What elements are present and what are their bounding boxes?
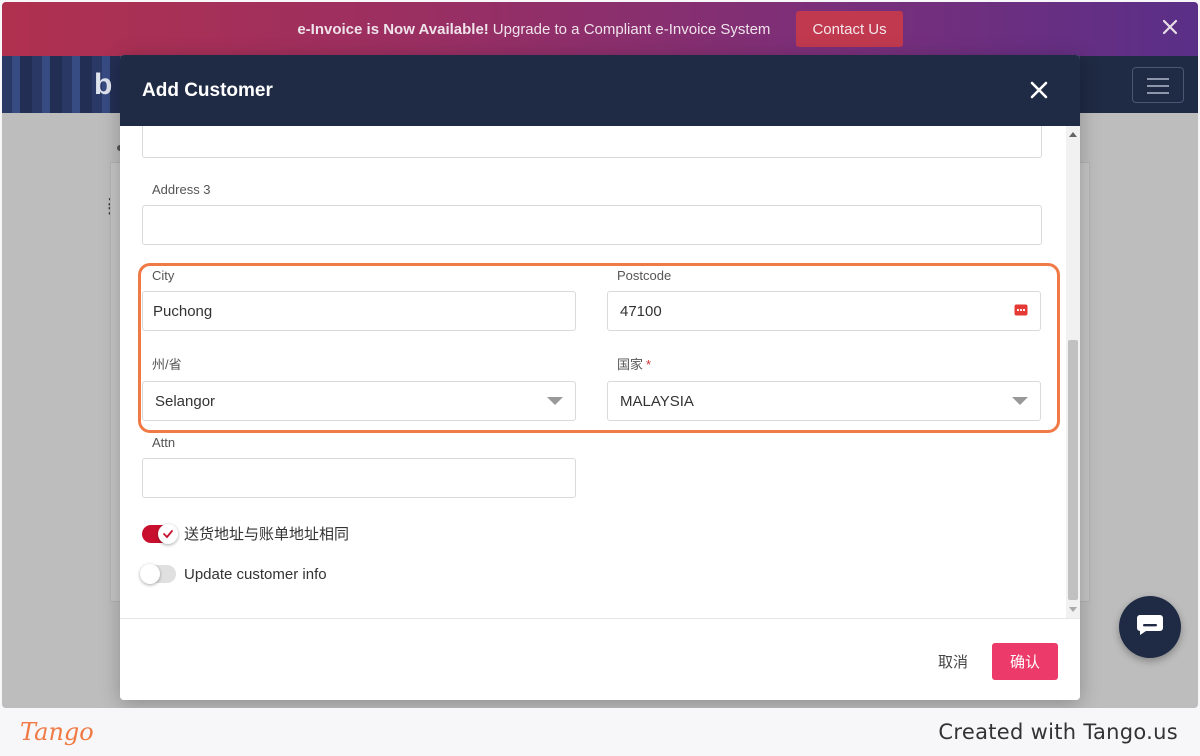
update-info-label: Update customer info bbox=[184, 565, 327, 583]
country-label: 国家 * bbox=[607, 354, 1041, 373]
scroll-up-icon[interactable] bbox=[1069, 132, 1077, 137]
promo-text: Upgrade to a Compliant e-Invoice System bbox=[492, 20, 771, 38]
update-info-toggle-row: Update customer info bbox=[140, 564, 327, 584]
country-label-text: 国家 bbox=[617, 357, 644, 372]
country-field: 国家 * MALAYSIA bbox=[607, 354, 1041, 421]
scroll-thumb[interactable] bbox=[1068, 340, 1078, 600]
modal-footer: 取消 确认 bbox=[120, 618, 1080, 700]
app-logo[interactable]: b bbox=[94, 68, 112, 102]
modal-header: Add Customer bbox=[120, 55, 1080, 126]
same-address-toggle-row: 送货地址与账单地址相同 bbox=[142, 523, 349, 544]
cancel-button[interactable]: 取消 bbox=[938, 651, 968, 672]
scroll-down-icon[interactable] bbox=[1069, 607, 1077, 612]
country-select[interactable]: MALAYSIA bbox=[607, 381, 1041, 421]
chat-icon bbox=[1136, 613, 1164, 642]
required-mark: * bbox=[646, 357, 652, 372]
city-field: City Puchong bbox=[142, 268, 576, 331]
confirm-button[interactable]: 确认 bbox=[992, 643, 1058, 680]
address3-field: Address 3 bbox=[142, 182, 1042, 245]
app-frame: e-Invoice is Now Available! Upgrade to a… bbox=[2, 2, 1198, 708]
menu-icon[interactable] bbox=[1132, 67, 1184, 103]
country-value: MALAYSIA bbox=[620, 392, 694, 410]
contact-us-button[interactable]: Contact Us bbox=[796, 11, 903, 47]
close-banner-icon[interactable] bbox=[1160, 17, 1180, 37]
promo-bold-text: e-Invoice is Now Available! bbox=[297, 20, 489, 38]
tango-credit: Created with Tango.us bbox=[938, 720, 1178, 744]
modal-title: Add Customer bbox=[142, 79, 273, 101]
update-info-toggle[interactable] bbox=[140, 564, 176, 584]
postcode-input[interactable]: 47100 bbox=[607, 291, 1041, 331]
state-label: 州/省 bbox=[152, 357, 182, 372]
same-address-label: 送货地址与账单地址相同 bbox=[184, 526, 350, 543]
city-label: City bbox=[152, 268, 175, 283]
chevron-down-icon bbox=[1012, 397, 1028, 405]
state-value: Selangor bbox=[155, 392, 216, 410]
attn-label: Attn bbox=[152, 435, 176, 450]
tango-logo: Tango bbox=[20, 718, 94, 746]
city-input[interactable]: Puchong bbox=[142, 291, 576, 331]
add-customer-modal: Add Customer Address 3 City Puchong Post… bbox=[120, 55, 1080, 700]
autofill-icon[interactable] bbox=[1014, 303, 1028, 320]
postcode-label: Postcode bbox=[617, 268, 672, 283]
address2-field bbox=[142, 126, 1042, 158]
address2-input[interactable] bbox=[142, 126, 1042, 158]
toggle-knob bbox=[158, 523, 178, 544]
close-modal-icon[interactable] bbox=[1030, 81, 1048, 99]
postcode-value: 47100 bbox=[620, 302, 662, 320]
address3-input[interactable] bbox=[142, 205, 1042, 245]
attn-field: Attn bbox=[142, 435, 576, 498]
same-address-toggle[interactable] bbox=[142, 523, 178, 544]
state-select[interactable]: Selangor bbox=[142, 381, 576, 421]
postcode-field: Postcode 47100 bbox=[607, 268, 1041, 331]
chat-widget[interactable] bbox=[1119, 596, 1181, 658]
modal-scrollbar[interactable] bbox=[1066, 126, 1080, 618]
promo-banner: e-Invoice is Now Available! Upgrade to a… bbox=[2, 2, 1198, 56]
tango-footer: Tango Created with Tango.us bbox=[0, 708, 1200, 756]
toggle-knob bbox=[140, 564, 160, 584]
chevron-down-icon bbox=[547, 397, 563, 405]
modal-body: Address 3 City Puchong Postcode 47100 州/… bbox=[120, 126, 1080, 618]
state-field: 州/省 Selangor bbox=[142, 354, 576, 421]
address3-label: Address 3 bbox=[152, 182, 211, 197]
attn-input[interactable] bbox=[142, 458, 576, 498]
